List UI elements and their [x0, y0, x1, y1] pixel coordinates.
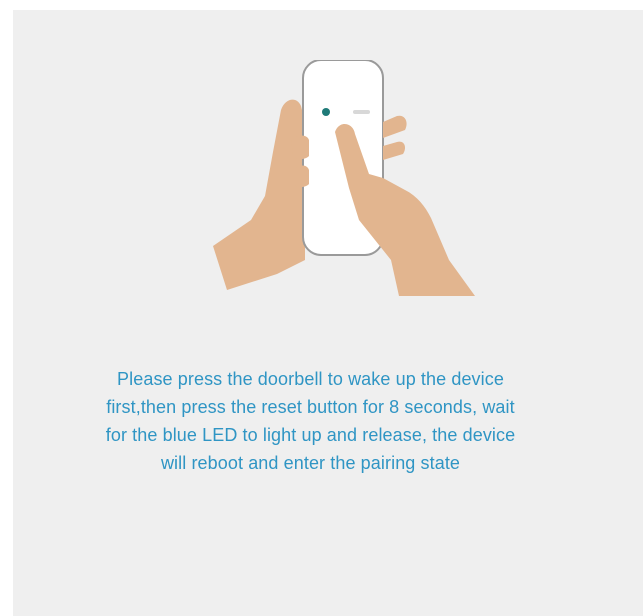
device-slot	[353, 110, 370, 114]
left-hand-fingers-lower	[293, 165, 309, 187]
hand-pressing-doorbell-icon	[213, 60, 475, 296]
right-hand-shape	[335, 123, 475, 296]
right-back-fingers-2	[383, 141, 405, 160]
left-hand-shape	[213, 99, 305, 290]
right-back-fingers	[383, 115, 407, 138]
pairing-instruction-text: Please press the doorbell to wake up the…	[105, 369, 516, 473]
left-hand-fingers	[291, 135, 309, 159]
pairing-guide-panel: Please press the doorbell to wake up the…	[13, 10, 643, 616]
blue-led-indicator	[322, 108, 330, 116]
